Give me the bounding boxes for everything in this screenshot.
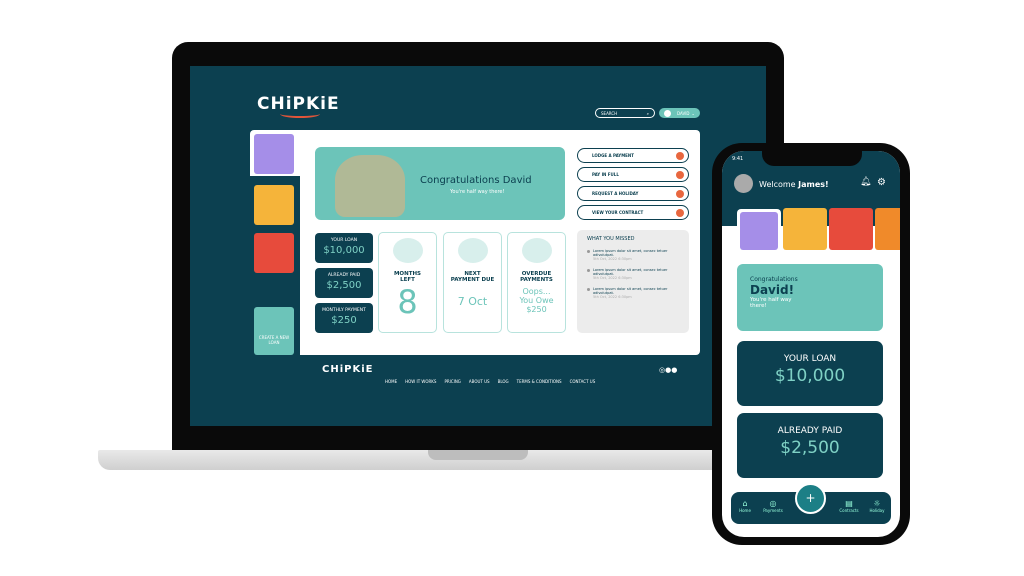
card-overdue: OVERDUE PAYMENTS Oops... You Owe $250 xyxy=(507,232,566,333)
list-item[interactable]: Lorem ipsum dolor sit amet, consec tetue… xyxy=(587,287,679,299)
request-holiday-button[interactable]: REQUEST A HOLIDAY xyxy=(577,186,689,201)
piggy-icon xyxy=(521,238,552,263)
payments-icon: ◎ xyxy=(769,499,777,508)
loan-tab-wedding[interactable] xyxy=(737,209,781,253)
label: PAY IN FULL xyxy=(592,172,619,177)
user-name: DAVID xyxy=(677,110,690,116)
view-contract-button[interactable]: VIEW YOUR CONTRACT xyxy=(577,205,689,220)
loan-tab-family[interactable] xyxy=(783,208,827,250)
missed-title: WHAT YOU MISSED xyxy=(587,236,635,242)
congrats-banner: Congratulations David You're half way th… xyxy=(315,147,565,220)
footer-logo: CHiPKiE xyxy=(322,364,374,375)
arrow-icon xyxy=(676,189,684,198)
banner-subtitle: You're half way there! xyxy=(450,189,505,195)
arrow-icon xyxy=(676,170,684,179)
stat-your-loan: YOUR LOAN $10,000 xyxy=(315,233,373,263)
holiday-icon: ☼ xyxy=(873,499,881,508)
nav-contracts[interactable]: ▤ Contracts xyxy=(835,499,863,513)
status-time: 9:41 xyxy=(732,156,744,162)
footer-link-about[interactable]: ABOUT US xyxy=(469,379,490,384)
celebration-illustration xyxy=(335,155,405,217)
what-you-missed: WHAT YOU MISSED Lorem ipsum dolor sit am… xyxy=(577,230,689,333)
phone-screen: 9:41 Welcome James! 🔔︎ ⚙ Congratulations… xyxy=(722,151,900,537)
label: REQUEST A HOLIDAY xyxy=(592,191,639,196)
card-months-left: MONTHS LEFT 8 xyxy=(378,232,437,333)
search-placeholder: SEARCH xyxy=(601,110,618,116)
nav-holiday[interactable]: ☼ Holiday xyxy=(863,499,891,513)
bell-icon[interactable]: 🔔︎ xyxy=(860,177,871,187)
loan-tab-car[interactable] xyxy=(829,208,873,250)
card-next-payment: NEXT PAYMENT DUE 7 Oct xyxy=(443,232,502,333)
search-input[interactable]: SEARCH ⌕ xyxy=(595,108,655,118)
search-icon: ⌕ xyxy=(646,110,649,116)
stat-monthly-payment: MONTHLY PAYMENT $250 xyxy=(315,303,373,333)
footer-link-contact[interactable]: CONTACT US xyxy=(570,379,596,384)
phone-congrats-banner: Congratulations David! You're half way t… xyxy=(737,264,883,331)
nav-home[interactable]: ⌂ Home xyxy=(731,499,759,513)
user-menu[interactable]: DAVID ⌄ xyxy=(659,108,700,118)
chevron-down-icon: ⌄ xyxy=(691,110,695,116)
arrow-icon xyxy=(676,151,684,160)
welcome-text: Welcome James! xyxy=(759,180,829,189)
bottom-nav: ⌂ Home ◎ Payments + ▤ Contracts ☼ Holiday xyxy=(731,483,891,524)
twitter-icon[interactable]: ● xyxy=(671,366,677,374)
notch xyxy=(762,151,862,166)
stat-already-paid: ALREADY PAID $2,500 xyxy=(315,268,373,298)
create-loan-button[interactable]: CREATE A NEW LOAN xyxy=(254,307,294,355)
loan-tab-more[interactable] xyxy=(875,208,900,250)
footer-nav: HOME HOW IT WORKS PRICING ABOUT US BLOG TERMS… xyxy=(385,368,603,387)
avatar xyxy=(664,109,671,117)
contract-icon: ▤ xyxy=(845,499,853,508)
banner-title: Congratulations David xyxy=(420,175,532,186)
footer-link-pricing[interactable]: PRICING xyxy=(444,379,460,384)
arrow-icon xyxy=(676,208,684,217)
list-item[interactable]: Lorem ipsum dolor sit amet, consec tetue… xyxy=(587,268,679,280)
social-icons: ◎●● xyxy=(659,366,677,374)
label: VIEW YOUR CONTRACT xyxy=(592,210,644,215)
footer-link-home[interactable]: HOME xyxy=(385,379,397,384)
lodge-payment-button[interactable]: LODGE A PAYMENT xyxy=(577,148,689,163)
avatar[interactable] xyxy=(734,174,753,193)
money-icon xyxy=(457,238,488,263)
list-item[interactable]: Lorem ipsum dolor sit amet, consec tetue… xyxy=(587,249,679,261)
home-icon: ⌂ xyxy=(742,499,748,508)
calendar-icon xyxy=(392,238,423,263)
laptop-hinge xyxy=(428,450,528,460)
phone-stat-already-paid: ALREADY PAID $2,500 xyxy=(737,413,883,478)
laptop-screen: CHiPKiE SEARCH ⌕ DAVID ⌄ CREATE A NEW LOAN… xyxy=(190,66,766,426)
loan-tab-car[interactable] xyxy=(254,233,294,273)
loan-tab-wedding[interactable] xyxy=(254,134,294,174)
gear-icon[interactable]: ⚙ xyxy=(877,177,886,188)
phone-stat-your-loan: YOUR LOAN $10,000 xyxy=(737,341,883,406)
footer-link-how-it-works[interactable]: HOW IT WORKS xyxy=(405,379,436,384)
logo-smile xyxy=(280,110,320,118)
pay-in-full-button[interactable]: PAY IN FULL xyxy=(577,167,689,182)
loan-tab-family[interactable] xyxy=(254,185,294,225)
footer-link-blog[interactable]: BLOG xyxy=(498,379,509,384)
add-button[interactable]: + xyxy=(795,483,826,514)
nav-payments[interactable]: ◎ Payments xyxy=(759,499,787,513)
label: LODGE A PAYMENT xyxy=(592,153,634,158)
footer-link-terms[interactable]: TERMS & CONDITIONS xyxy=(517,379,562,384)
